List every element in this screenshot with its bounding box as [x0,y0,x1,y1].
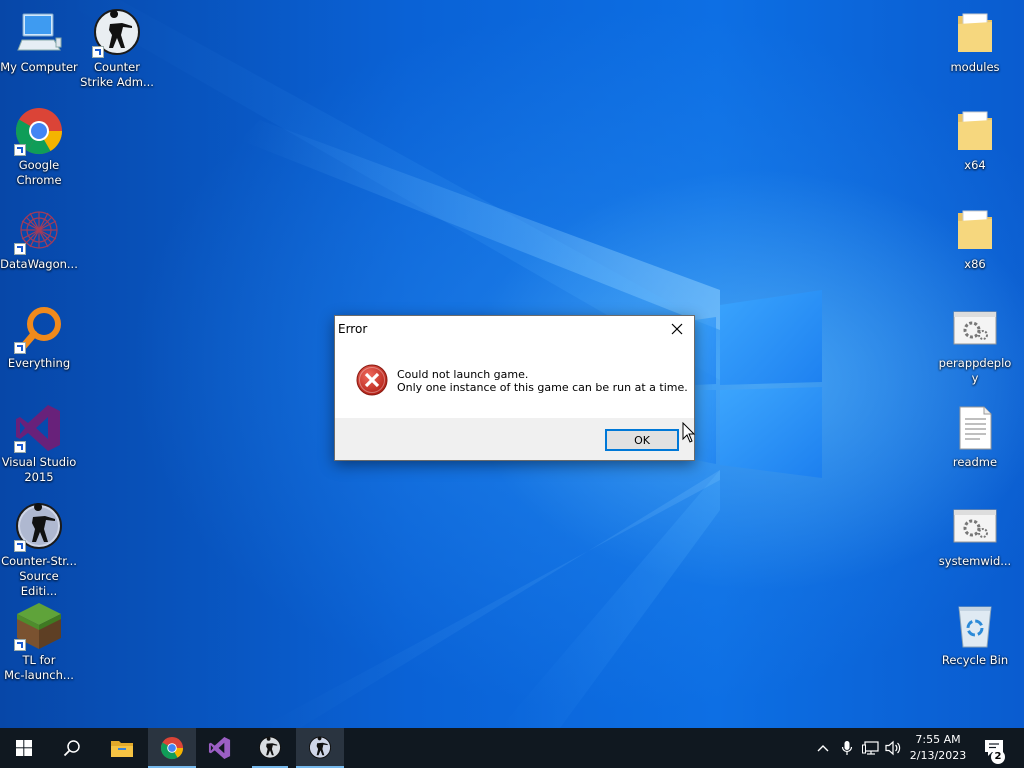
windows-logo-icon [16,740,32,756]
error-dialog: Error Could not launch game. Only one in… [334,315,695,461]
chevron-up-icon [817,745,829,752]
dialog-footer: OK [335,418,694,460]
desktop-icon-visual-studio-2015[interactable]: Visual Studio 2015 [0,403,78,485]
desktop-icon-perappdeploy[interactable]: perappdeploy [936,304,1014,386]
desktop-icon-label: My Computer [0,60,78,74]
desktop-icon-label: x64 [964,158,986,172]
microphone-tray-button[interactable] [837,738,857,758]
folder-icon [950,205,1000,255]
desktop-icon-label: perappdeploy [938,356,1012,385]
desktop-icon-google-chrome[interactable]: Google Chrome [0,106,78,188]
visual-studio-icon [14,403,64,453]
dialog-message-line-1: Could not launch game. [397,368,529,381]
desktop-icon-counter-strike-admin[interactable]: Counter Strike Adm... [78,8,156,90]
desktop-icon-systemwide[interactable]: systemwid... [936,502,1014,569]
desktop-icon-label: modules [950,60,1000,74]
shortcut-arrow-icon [14,540,26,552]
desktop-icon-my-computer[interactable]: My Computer [0,8,78,75]
search-button[interactable] [48,728,96,768]
settings-file-icon [950,502,1000,552]
counter-strike-taskbar-button[interactable] [246,728,294,768]
desktop-icon-label: TL for Mc-launch... [4,653,74,682]
visual-studio-icon [208,736,231,760]
counter-strike-source-icon [14,502,64,552]
volume-tray-button[interactable] [884,738,904,758]
datawagon-icon [14,205,64,255]
desktop-icon-label: Counter Strike Adm... [80,60,154,89]
ok-button[interactable]: OK [605,429,679,451]
shortcut-arrow-icon [14,144,26,156]
text-file-icon [950,403,1000,453]
file-explorer-button[interactable] [98,728,146,768]
desktop-icon-datawagon[interactable]: DataWagon... [0,205,78,272]
desktop-icon-recycle-bin[interactable]: Recycle Bin [936,601,1014,668]
desktop-icon-label: Google Chrome [16,158,62,187]
dialog-message-line-2: Only one instance of this game can be ru… [397,381,688,394]
folder-icon [950,106,1000,156]
mouse-cursor-icon [682,422,696,443]
desktop-icon-readme[interactable]: readme [936,403,1014,470]
desktop-icon-label: DataWagon... [0,257,78,271]
shortcut-arrow-icon [14,342,26,354]
desktop-icon-label: Counter-Str... Source Editi... [1,554,77,598]
taskbar-clock[interactable]: 7:55 AM 2/13/2023 [906,732,970,764]
desktop-icon-everything[interactable]: Everything [0,304,78,371]
desktop-icon-label: Everything [7,356,71,370]
folder-icon [950,8,1000,58]
counter-strike-source-icon [308,736,332,759]
desktop-icon-tl-mc-launcher[interactable]: TL for Mc-launch... [0,601,78,683]
error-icon [356,364,388,396]
desktop-icon-label: Visual Studio 2015 [1,455,77,484]
visual-studio-taskbar-button[interactable] [196,728,244,768]
desktop-icon-label: systemwid... [938,554,1012,568]
desktop-icon-counter-strike-source[interactable]: Counter-Str... Source Editi... [0,502,78,599]
dialog-title: Error [338,322,368,336]
desktop-icon-x86[interactable]: x86 [936,205,1014,272]
desktop-icon-label: readme [952,455,998,469]
network-tray-button[interactable] [861,738,881,758]
shortcut-arrow-icon [14,441,26,453]
desktop-icon-label: x86 [964,257,986,271]
dialog-close-button[interactable] [662,317,692,341]
microphone-icon [841,741,853,755]
search-icon [63,740,80,757]
dialog-body: Could not launch game. Only one instance… [335,346,694,418]
show-hidden-icons-button[interactable] [813,738,833,758]
shortcut-arrow-icon [14,639,26,651]
computer-icon [14,8,64,58]
dialog-message: Could not launch game. Only one instance… [397,368,688,394]
clock-date: 2/13/2023 [909,749,967,762]
desktop-icon-x64[interactable]: x64 [936,106,1014,173]
chrome-icon [14,106,64,156]
counter-strike-icon [92,8,142,58]
minecraft-grass-block-icon [14,601,64,651]
speaker-icon [885,740,901,756]
everything-search-icon [14,304,64,354]
recycle-bin-icon [950,601,1000,651]
desktop-icon-modules[interactable]: modules [936,8,1014,75]
shortcut-arrow-icon [14,243,26,255]
counter-strike-source-taskbar-button[interactable] [296,728,344,768]
desktop-icon-label: Recycle Bin [941,653,1009,667]
chrome-icon [160,736,184,760]
notification-count-badge: 2 [991,750,1005,764]
close-icon [671,323,683,335]
shortcut-arrow-icon [92,46,104,58]
counter-strike-icon [258,736,282,759]
start-button[interactable] [0,728,48,768]
chrome-taskbar-button[interactable] [148,728,196,768]
network-icon [862,741,879,755]
clock-time: 7:55 AM [915,733,961,746]
file-explorer-icon [111,741,133,757]
settings-file-icon [950,304,1000,354]
taskbar: 7:55 AM 2/13/2023 [0,728,1024,768]
